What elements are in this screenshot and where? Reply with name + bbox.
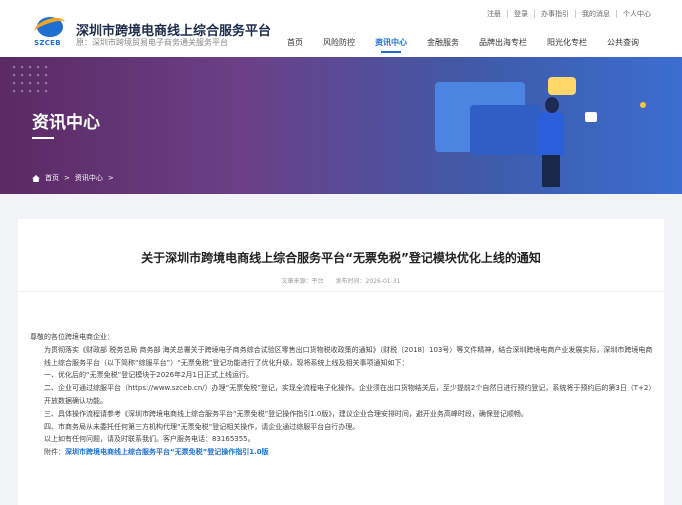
illustration-person-legs	[542, 155, 560, 187]
logo-text: SZCEB	[34, 39, 61, 47]
breadcrumb-separator: >	[64, 174, 70, 182]
user-center-link[interactable]: 个人中心	[616, 10, 657, 18]
article-paragraph: 一、优化后的“无票免税”登记模块于2026年2月1日正式上线运行。	[44, 371, 253, 380]
breadcrumb-news-center[interactable]: 资讯中心	[75, 173, 103, 183]
attachment-label: 附件：	[44, 448, 65, 457]
register-link[interactable]: 注册	[481, 10, 507, 18]
breadcrumb-separator: >	[107, 174, 114, 182]
article-meta: 文章来源：平台 发布时间：2026-01-31	[18, 276, 664, 285]
illustration-person-head	[545, 97, 559, 113]
article-title: 关于深圳市跨境电商线上综合服务平台“无票免税”登记模块优化上线的通知	[141, 251, 541, 265]
article-card: 关于深圳市跨境电商线上综合服务平台“无票免税”登记模块优化上线的通知 文章来源：…	[18, 219, 664, 505]
site-logo[interactable]: SZCEB	[32, 14, 68, 47]
article-body: 尊敬的各位跨境电商企业： 为贯彻落实《财政部 税务总局 商务部 海关总署关于跨境…	[30, 331, 658, 459]
article-paragraph: 三、具体操作流程请参考《深圳市跨境电商线上综合服务平台“无票免税”登记操作指引1…	[44, 409, 528, 418]
breadcrumb: 首页 > 资讯中心 >	[32, 173, 119, 183]
article-paragraph: 四、市商务局从未委托任何第三方机构代理“无票免税”登记相关操作，请企业通过综服平…	[44, 422, 360, 431]
breadcrumb-home[interactable]: 首页	[45, 173, 59, 183]
attachment-link[interactable]: 深圳市跨境电商线上综合服务平台“无票免税”登记操作指引1.0版	[65, 448, 269, 456]
nav-risk-control[interactable]: 风险防控	[323, 37, 355, 55]
nav-sunshine[interactable]: 阳光化专栏	[547, 37, 587, 55]
article-paragraph: 二、企业可通过综服平台（https://www.szceb.cn/）办理“无票免…	[44, 384, 656, 405]
illustration-dot	[640, 102, 646, 108]
banner-title: 资讯中心	[32, 113, 100, 133]
article-time: 发布时间：2026-01-31	[335, 278, 401, 285]
home-icon	[32, 174, 40, 182]
illustration-chat-bubble	[548, 77, 576, 95]
page-banner: 资讯中心 首页 > 资讯中心 >	[0, 57, 682, 194]
article-greeting: 尊敬的各位跨境电商企业：	[30, 333, 114, 341]
divider	[18, 291, 664, 292]
dot-pattern	[10, 63, 50, 93]
article-paragraph: 为贯彻落实《财政部 税务总局 商务部 海关总署关于跨境电子商务综合试验区零售出口…	[44, 345, 653, 367]
main-nav: 首页 风险防控 资讯中心 金融服务 品牌出海专栏 阳光化专栏 公共查询	[287, 37, 659, 55]
nav-news-center[interactable]: 资讯中心	[375, 37, 407, 55]
illustration-panel	[470, 105, 540, 155]
attachment-line: 附件：深圳市跨境电商线上综合服务平台“无票免税”登记操作指引1.0版	[30, 446, 658, 459]
illustration-small-card	[585, 112, 597, 122]
nav-public-query[interactable]: 公共查询	[607, 37, 639, 55]
nav-brand-overseas[interactable]: 品牌出海专栏	[479, 37, 527, 55]
top-links: 注册 登录 办事指引 我的消息 个人中心	[481, 10, 657, 18]
login-link[interactable]: 登录	[507, 10, 534, 18]
messages-link[interactable]: 我的消息	[575, 10, 616, 18]
article-source: 文章来源：平台	[281, 278, 324, 285]
article-paragraph: 以上如有任何问题，请及时联系我们。客户服务电话：83165355。	[44, 435, 255, 444]
nav-home[interactable]: 首页	[287, 37, 303, 55]
site-header: SZCEB 深圳市跨境电商线上综合服务平台 原：深圳市跨境贸易电子商务通关服务平…	[0, 0, 682, 57]
site-subtitle: 原：深圳市跨境贸易电子商务通关服务平台	[76, 38, 228, 47]
banner-underline	[32, 137, 54, 139]
guide-link[interactable]: 办事指引	[534, 10, 575, 18]
nav-finance[interactable]: 金融服务	[427, 37, 459, 55]
illustration-person-body	[538, 112, 564, 156]
